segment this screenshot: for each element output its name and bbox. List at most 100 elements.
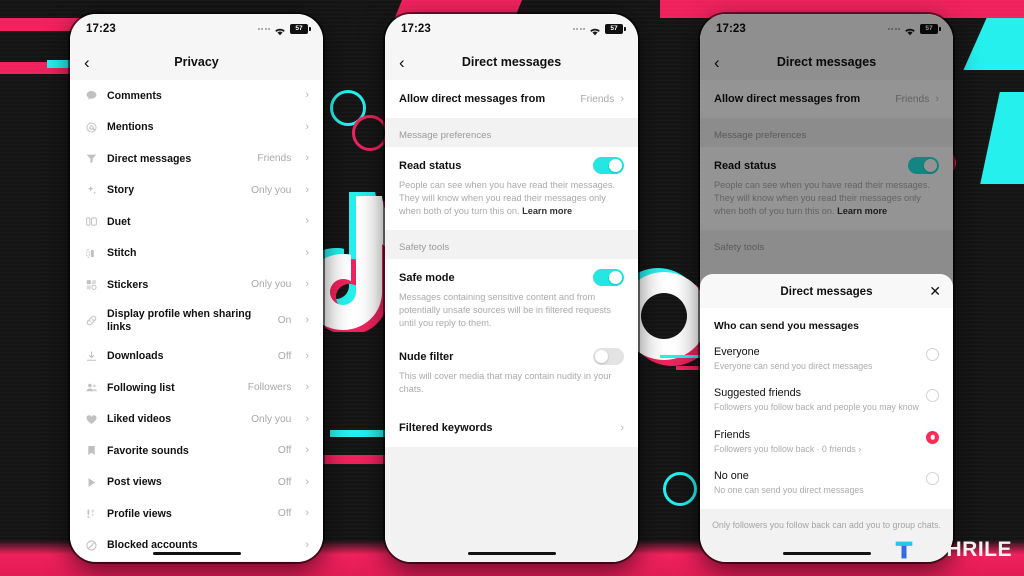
heart-icon — [84, 412, 98, 426]
section-safety-tools: Safety tools — [700, 230, 953, 260]
privacy-row-value: Off — [277, 350, 292, 362]
allow-dm-from-value: Friends — [895, 93, 930, 105]
nav-bar-privacy: ‹ Privacy — [70, 44, 323, 80]
sheet-options-card: Who can send you messages Everyone Everyo… — [700, 308, 953, 509]
wifi-icon — [904, 24, 916, 36]
dm-option-friends[interactable]: Friends Followers you follow back · 0 fri… — [700, 422, 953, 463]
learn-more-link: Learn more — [837, 206, 888, 217]
option-title: Suggested friends — [714, 387, 802, 400]
privacy-row-following-list[interactable]: Following list Followers › — [70, 372, 323, 404]
direct-message-icon — [84, 152, 98, 166]
read-status-row: Read status People can see when you have… — [700, 147, 953, 231]
screenshot-canvas: 17:23 57 ‹ Privacy Comments › Mentions › Dir… — [0, 0, 1024, 576]
blocked-icon — [84, 538, 98, 552]
read-status-label: Read status — [399, 159, 462, 172]
privacy-row-blocked-accounts[interactable]: Blocked accounts › — [70, 530, 323, 562]
battery-icon: 57 — [920, 24, 941, 34]
option-radio-selected[interactable] — [926, 430, 939, 444]
option-radio[interactable] — [926, 389, 939, 403]
privacy-row-profile-views[interactable]: Profile views Off › — [70, 498, 323, 530]
read-status-toggle — [908, 157, 939, 174]
option-radio[interactable] — [926, 472, 939, 486]
read-status-toggle[interactable] — [593, 157, 624, 174]
nude-filter-toggle[interactable] — [593, 348, 624, 366]
privacy-row-label: Stickers — [107, 278, 149, 291]
privacy-row-value: Off — [277, 508, 292, 520]
sheet-options-list: Everyone Everyone can send you direct mes… — [700, 339, 953, 505]
signal-dots-icon — [257, 28, 270, 30]
privacy-row-mentions[interactable]: Mentions › — [70, 112, 323, 144]
privacy-row-label: Post views — [107, 476, 162, 488]
watermark: ECHRILE — [894, 538, 1012, 562]
chevron-right-icon: › — [305, 120, 309, 133]
privacy-row-label: Stitch — [107, 247, 137, 259]
safe-mode-row[interactable]: Safe mode Messages containing sensitive … — [385, 259, 638, 345]
privacy-row-stickers[interactable]: Stickers Only you › — [70, 269, 323, 301]
nav-bar-dm: ‹ Direct messages — [700, 44, 953, 80]
status-time: 17:23 — [716, 23, 746, 35]
privacy-row-story[interactable]: Story Only you › — [70, 175, 323, 207]
sheet-title: Direct messages — [780, 284, 873, 298]
privacy-row-liked-videos[interactable]: Liked videos Only you › — [70, 404, 323, 436]
filtered-keywords-label: Filtered keywords — [399, 421, 493, 434]
privacy-row-post-views[interactable]: Post views Off › — [70, 467, 323, 499]
privacy-row-value: Friends — [257, 153, 292, 165]
privacy-row-display-profile-when-sharing-links[interactable]: Display profile when sharing links On › — [70, 301, 323, 341]
chevron-right-icon: › — [305, 381, 309, 394]
privacy-row-duet[interactable]: Duet › — [70, 206, 323, 238]
dm-option-no-one[interactable]: No one No one can send you direct message… — [700, 463, 953, 504]
option-title: Everyone — [714, 346, 760, 358]
allow-dm-from-label: Allow direct messages from — [399, 93, 546, 105]
read-status-desc-text: People can see when you have read their … — [714, 180, 931, 217]
chevron-right-icon: › — [305, 507, 309, 520]
option-description: Followers you follow back and people you… — [714, 402, 919, 413]
privacy-row-favorite-sounds[interactable]: Favorite sounds Off › — [70, 435, 323, 467]
option-description: Followers you follow back · 0 friends › — [714, 443, 862, 454]
filtered-keywords-row[interactable]: Filtered keywords › — [385, 410, 638, 447]
page-title: Direct messages — [776, 55, 877, 69]
dm-scroll-area[interactable]: Allow direct messages from Friends › Mes… — [385, 80, 638, 562]
option-title: Friends — [714, 428, 751, 441]
allow-dm-from-row[interactable]: Allow direct messages from Friends › — [700, 80, 953, 118]
privacy-row-label: Story — [107, 184, 135, 196]
back-button[interactable]: ‹ — [714, 54, 734, 71]
privacy-list: Comments › Mentions › Direct messages Friends… — [70, 80, 323, 561]
chevron-right-icon: › — [305, 278, 309, 291]
option-radio[interactable] — [926, 348, 939, 361]
back-button[interactable]: ‹ — [399, 54, 419, 71]
chevron-right-icon: › — [305, 444, 309, 457]
battery-icon: 57 — [290, 24, 311, 34]
privacy-scroll-area[interactable]: Comments › Mentions › Direct messages Friends… — [70, 80, 323, 562]
dm-option-suggested-friends[interactable]: Suggested friends Followers you follow ba… — [700, 380, 953, 421]
privacy-row-stitch[interactable]: Stitch › — [70, 238, 323, 270]
home-indicator — [152, 551, 241, 555]
privacy-row-label: Comments — [107, 89, 162, 102]
phone-direct-messages: 17:23 57 ‹ Direct messages Allow direct … — [385, 14, 638, 562]
chevron-right-icon: › — [305, 215, 309, 228]
watermark-text: ECHRILE — [916, 538, 1012, 561]
dm-bottom-sheet: Direct messages ✕ Who can send you messa… — [700, 274, 953, 562]
home-indicator — [467, 551, 556, 555]
learn-more-link[interactable]: Learn more — [522, 206, 572, 216]
back-button[interactable]: ‹ — [84, 54, 104, 71]
chevron-right-icon: › — [305, 152, 309, 165]
privacy-row-label: Downloads — [107, 350, 164, 362]
read-status-row[interactable]: Read status People can see when you have… — [385, 147, 638, 231]
battery-level: 57 — [295, 24, 303, 32]
privacy-row-downloads[interactable]: Downloads Off › — [70, 341, 323, 373]
safe-mode-toggle[interactable] — [593, 269, 624, 287]
techrile-logo-icon — [894, 539, 914, 561]
section-message-preferences: Message preferences — [385, 118, 638, 147]
privacy-row-comments[interactable]: Comments › — [70, 80, 323, 112]
download-icon — [84, 349, 98, 363]
nude-filter-row[interactable]: Nude filter This will cover media that m… — [385, 344, 638, 411]
option-text: Everyone Everyone can send you direct mes… — [714, 345, 926, 372]
phone-dm-sheet: 17:23 57 ‹ Direct messages Allow direct … — [700, 14, 953, 562]
story-icon — [84, 183, 98, 197]
privacy-row-value: Off — [277, 476, 292, 488]
allow-dm-from-row[interactable]: Allow direct messages from Friends › — [385, 80, 638, 118]
status-icons: 57 — [887, 24, 941, 36]
close-icon[interactable]: ✕ — [929, 284, 941, 298]
privacy-row-direct-messages[interactable]: Direct messages Friends › — [70, 143, 323, 175]
dm-option-everyone[interactable]: Everyone Everyone can send you direct mes… — [700, 339, 953, 380]
